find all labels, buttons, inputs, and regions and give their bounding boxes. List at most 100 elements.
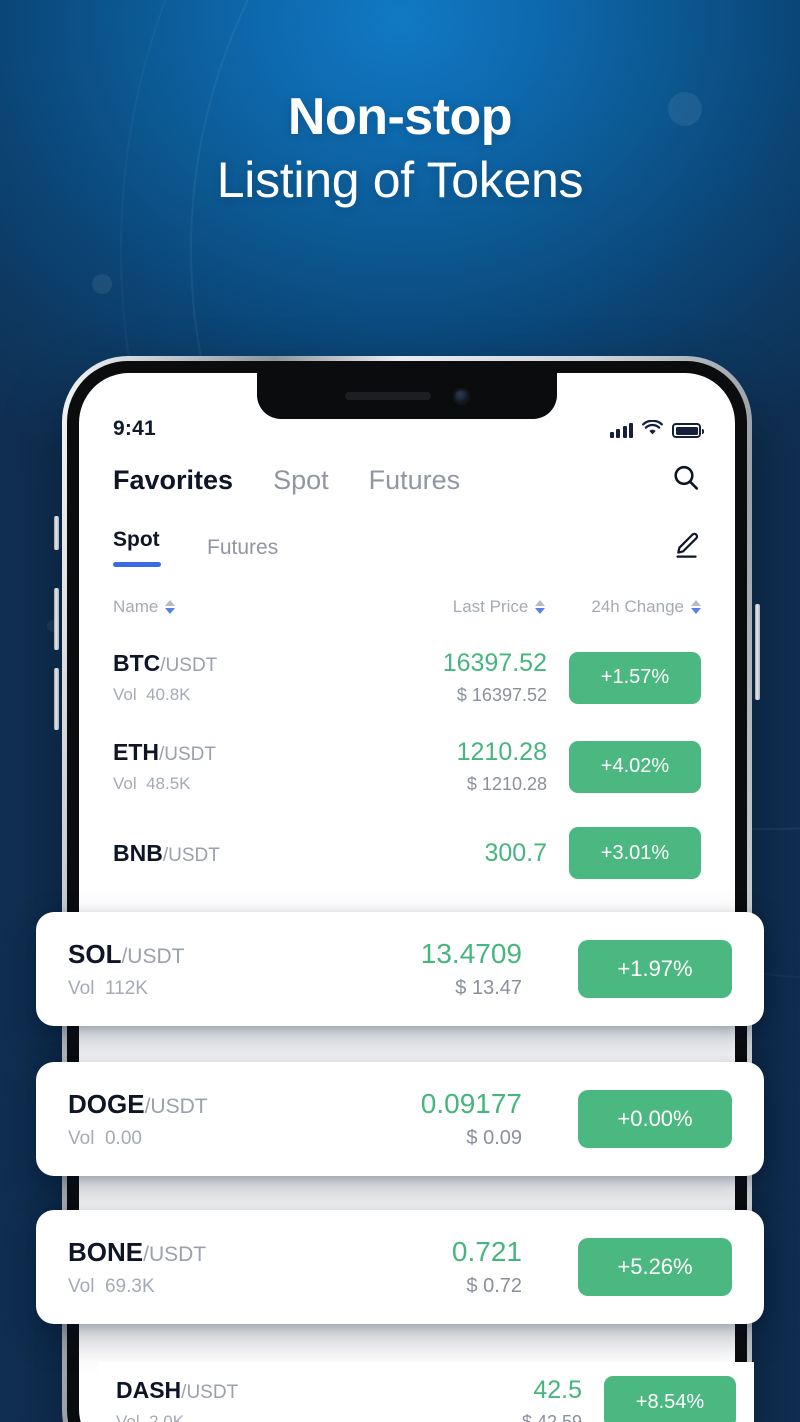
sort-arrows-icon[interactable] [165, 600, 176, 614]
vol-value: 0.00 [104, 1127, 142, 1149]
status-bar-icons [609, 419, 704, 441]
list-item[interactable]: BONE/USDT Vol 69.3K 0.721 $ 0.72 +5.26% [36, 1210, 764, 1324]
list-item[interactable]: SOL/USDT Vol 112K 13.4709 $ 13.47 +1.97% [36, 912, 764, 1026]
row-symbol-block: BTC/USDT Vol 40.8K [113, 650, 217, 705]
row-price-block: 0.09177 $ 0.09 [421, 1088, 522, 1150]
market-screen: Favorites Spot Futures Spot Futures Name… [79, 463, 735, 895]
promo-screenshot: Non-stop Listing of Tokens 9:41 Favorite… [0, 0, 800, 1422]
table-row[interactable]: ETH/USDT Vol 48.5K 1210.28 $ 1210.28 +4.… [113, 722, 701, 811]
battery-icon [672, 423, 704, 438]
column-header-name[interactable]: Name [113, 597, 176, 617]
phone-volume-up-button [54, 588, 59, 650]
row-usd-price: $ 1210.28 [466, 774, 547, 794]
row-usd-price: $ 16397.52 [456, 685, 547, 705]
primary-tab-bar: Favorites Spot Futures [113, 463, 701, 498]
vol-value: 40.8K [146, 685, 191, 704]
row-quote: /USDT [144, 1094, 208, 1118]
row-pair: ETH/USDT [113, 739, 216, 766]
column-headers: Name Last Price 24h Change [113, 597, 701, 617]
list-item[interactable]: DOGE/USDT Vol 0.00 0.09177 $ 0.09 +0.00% [36, 1062, 764, 1176]
vol-label: Vol [68, 1275, 95, 1297]
tab-favorites[interactable]: Favorites [113, 465, 233, 496]
column-header-24h-change-label: 24h Change [591, 597, 684, 616]
sort-arrows-icon[interactable] [691, 600, 701, 614]
row-price-block: 0.721 $ 0.72 [452, 1236, 522, 1298]
row-change-badge[interactable]: +4.02% [569, 740, 701, 793]
column-header-last-price-label: Last Price [452, 597, 529, 616]
table-row[interactable]: BNB/USDT 300.7 +3.01% [113, 811, 701, 895]
row-change-badge[interactable]: +0.00% [578, 1090, 732, 1148]
row-change-badge[interactable]: +1.57% [569, 651, 701, 704]
vol-label: Vol [113, 774, 137, 793]
row-price-block: 13.4709 $ 13.47 [421, 938, 522, 1000]
row-quote: /USDT [121, 944, 185, 968]
row-base: SOL [68, 938, 122, 969]
row-volume: Vol 0.00 [68, 1128, 208, 1150]
vol-label: Vol [113, 685, 137, 704]
table-row[interactable]: DASH/USDT Vol 2.0K 42.5 $ 42.59 +8.54% [98, 1362, 754, 1422]
row-symbol-block: ETH/USDT Vol 48.5K [113, 739, 216, 794]
row-symbol-block: DASH/USDT Vol 2.0K [116, 1377, 238, 1422]
subtab-spot-wrap[interactable]: Spot [113, 528, 161, 567]
row-usd-price: $ 0.09 [466, 1127, 522, 1149]
subtab-futures[interactable]: Futures [207, 536, 278, 560]
row-symbol-block: BONE/USDT Vol 69.3K [68, 1237, 206, 1298]
row-quote: /USDT [143, 1242, 207, 1266]
subtab-futures-wrap[interactable]: Futures [207, 536, 278, 560]
status-bar: 9:41 [79, 373, 735, 447]
row-last-price: 0.721 [451, 1236, 522, 1267]
row-volume: Vol 40.8K [113, 685, 217, 705]
row-pair: BNB/USDT [113, 840, 220, 867]
cellular-signal-icon [609, 423, 633, 438]
row-usd-price: $ 42.59 [521, 1412, 582, 1422]
row-pair: DOGE/USDT [68, 1089, 208, 1120]
row-price-block: 42.5 $ 42.59 [522, 1376, 582, 1422]
column-header-24h-change[interactable]: 24h Change [591, 597, 701, 617]
vol-label: Vol [68, 1127, 95, 1149]
subtab-spot[interactable]: Spot [113, 528, 161, 552]
row-quote: /USDT [160, 655, 218, 676]
edit-pencil-icon[interactable] [671, 530, 701, 565]
vol-value: 48.5K [146, 774, 191, 793]
search-icon[interactable] [671, 463, 701, 498]
row-quote: /USDT [162, 844, 220, 866]
row-quote: /USDT [181, 1382, 239, 1403]
tab-futures[interactable]: Futures [369, 465, 461, 496]
row-pair: BONE/USDT [68, 1237, 206, 1268]
phone-power-button [755, 604, 760, 700]
row-volume: Vol 2.0K [116, 1412, 238, 1422]
tab-spot[interactable]: Spot [273, 465, 329, 496]
status-bar-time: 9:41 [113, 417, 156, 440]
phone-volume-down-button [54, 668, 59, 730]
background-circle [92, 274, 112, 294]
row-change-badge[interactable]: +8.54% [604, 1376, 736, 1422]
table-row[interactable]: BTC/USDT Vol 40.8K 16397.52 $ 16397.52 +… [113, 633, 701, 722]
row-base: BONE [68, 1236, 144, 1267]
row-last-price: 42.5 [533, 1376, 582, 1404]
secondary-tab-bar: Spot Futures [113, 528, 701, 567]
row-change-badge[interactable]: +1.97% [578, 940, 732, 998]
row-last-price: 1210.28 [456, 738, 547, 766]
vol-label: Vol [116, 1412, 140, 1422]
row-pair: BTC/USDT [113, 650, 217, 677]
column-header-last-price[interactable]: Last Price [453, 597, 546, 617]
row-symbol-block: BNB/USDT [113, 840, 220, 867]
hero-headline: Non-stop Listing of Tokens [0, 88, 800, 208]
row-pair: DASH/USDT [116, 1377, 238, 1404]
row-change-badge[interactable]: +3.01% [569, 827, 701, 879]
hero-headline-line1: Non-stop [287, 88, 513, 146]
row-last-price: 300.7 [484, 838, 547, 867]
hero-headline-line2: Listing of Tokens [216, 152, 584, 209]
row-last-price: 13.4709 [420, 938, 522, 969]
row-usd-price: $ 0.72 [466, 1275, 522, 1297]
row-change-badge[interactable]: +5.26% [578, 1238, 732, 1296]
vol-value: 2.0K [149, 1412, 185, 1422]
row-price-block: 1210.28 $ 1210.28 [457, 738, 547, 795]
row-base: DOGE [68, 1088, 145, 1119]
sort-arrows-icon[interactable] [535, 600, 546, 614]
row-volume: Vol 48.5K [113, 774, 216, 794]
row-usd-price: $ 13.47 [455, 977, 522, 999]
row-pair: SOL/USDT [68, 939, 184, 970]
phone-mute-switch [54, 516, 59, 550]
row-base: BTC [113, 650, 161, 676]
